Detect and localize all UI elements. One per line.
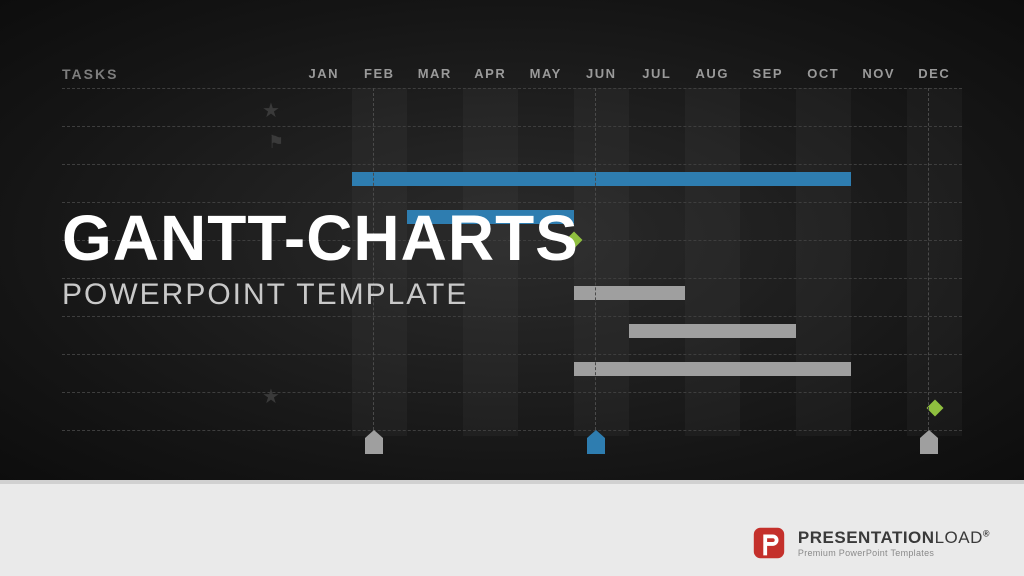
month-label: NOV <box>851 66 907 81</box>
axis-marker-icon <box>587 430 605 454</box>
star-icon: ★ <box>262 384 280 409</box>
gantt-bar <box>629 324 796 338</box>
grid-line <box>62 88 962 89</box>
flag-icon: ⚑ <box>268 132 284 153</box>
grid-line <box>62 430 962 431</box>
month-label: AUG <box>685 66 741 81</box>
grid-line <box>62 164 962 165</box>
month-header: JAN FEB MAR APR MAY JUN JUL AUG SEP OCT … <box>296 66 962 81</box>
gantt-slide: TASKS JAN FEB MAR APR MAY JUN JUL AUG SE… <box>0 0 1024 480</box>
axis-marker-icon <box>365 430 383 454</box>
month-label: DEC <box>907 66 963 81</box>
month-label: JUL <box>629 66 685 81</box>
brand-block: PRESENTATIONLOAD® Premium PowerPoint Tem… <box>750 524 990 562</box>
month-label: FEB <box>352 66 408 81</box>
slide-title: GANTT-CHARTS <box>62 206 579 270</box>
gantt-bar <box>574 286 685 300</box>
brand-name-bold: PRESENTATION <box>798 528 935 547</box>
brand-reg: ® <box>983 528 990 538</box>
month-label: APR <box>463 66 519 81</box>
gantt-bar <box>352 172 852 186</box>
guide-line <box>595 88 596 430</box>
brand-name-light: LOAD <box>935 528 983 547</box>
month-label: JUN <box>574 66 630 81</box>
grid-line <box>62 392 962 393</box>
month-label: SEP <box>740 66 796 81</box>
grid-line <box>62 316 962 317</box>
footer: PRESENTATIONLOAD® Premium PowerPoint Tem… <box>0 480 1024 576</box>
brand-logo-icon <box>750 524 788 562</box>
tasks-header: TASKS <box>62 66 118 82</box>
brand-name: PRESENTATIONLOAD® <box>798 529 990 546</box>
month-label: MAY <box>518 66 574 81</box>
axis-marker-icon <box>920 430 938 454</box>
gantt-bar <box>574 362 852 376</box>
slide-subtitle: POWERPOINT TEMPLATE <box>62 278 579 312</box>
month-label: OCT <box>796 66 852 81</box>
month-label: JAN <box>296 66 352 81</box>
brand-tagline: Premium PowerPoint Templates <box>798 549 990 558</box>
grid-line <box>62 354 962 355</box>
slide-title-block: GANTT-CHARTS POWERPOINT TEMPLATE <box>62 206 579 312</box>
grid-line <box>62 126 962 127</box>
guide-line <box>928 88 929 430</box>
month-label: MAR <box>407 66 463 81</box>
star-icon: ★ <box>262 98 280 123</box>
